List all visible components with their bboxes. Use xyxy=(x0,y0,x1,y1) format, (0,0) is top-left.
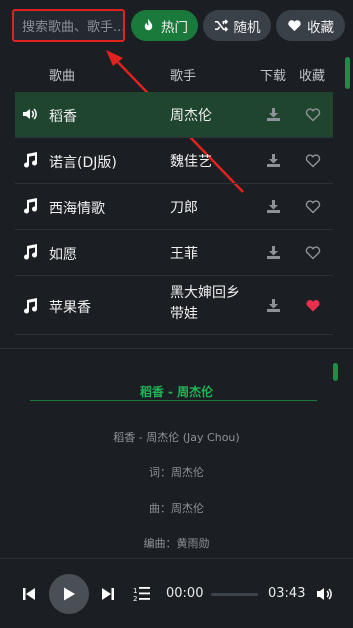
download-icon[interactable] xyxy=(266,199,281,214)
volume-icon[interactable] xyxy=(316,586,334,602)
list-scrollbar[interactable] xyxy=(345,57,350,89)
player-bar: 12 00:00 03:43 xyxy=(0,558,353,628)
lyrics-title: 稻香 - 周杰伦 xyxy=(139,385,214,399)
play-button[interactable] xyxy=(49,574,89,614)
header-song: 歌曲 xyxy=(49,69,76,84)
lyrics-scrollbar[interactable] xyxy=(333,363,338,381)
playlist-icon[interactable]: 12 xyxy=(133,585,151,602)
heart-outline-icon[interactable] xyxy=(305,107,321,122)
heart-outline-icon[interactable] xyxy=(305,199,321,214)
table-header: 歌曲 歌手 下载 收藏 xyxy=(15,56,333,90)
lyric-line: 词：周杰伦 xyxy=(149,466,204,479)
header-download: 下载 xyxy=(260,69,287,84)
prev-icon[interactable] xyxy=(22,587,36,601)
lyric-line: 稻香 - 周杰伦 (Jay Chou) xyxy=(113,431,240,444)
song-row[interactable]: 西海情歌 刀郎 xyxy=(15,184,333,230)
next-icon[interactable] xyxy=(101,587,115,601)
download-icon[interactable] xyxy=(266,245,281,260)
music-note-icon xyxy=(24,298,38,314)
song-artist: 魏佳艺 xyxy=(170,154,212,170)
lyrics-title-underline xyxy=(30,400,317,401)
current-time: 00:00 xyxy=(166,586,204,601)
music-note-icon xyxy=(24,244,38,260)
song-artist: 周杰伦 xyxy=(170,108,212,124)
song-artist: 刀郎 xyxy=(170,200,198,216)
song-row[interactable]: 稻香 周杰伦 xyxy=(15,92,333,138)
song-row[interactable]: 诺言(DJ版) 魏佳艺 xyxy=(15,138,333,184)
header-favorite: 收藏 xyxy=(299,69,326,84)
svg-text:2: 2 xyxy=(133,595,137,602)
song-artist: 黑大婶回乡带娃 xyxy=(170,285,240,322)
song-row[interactable]: 如愿 王菲 xyxy=(15,230,333,276)
heart-outline-icon[interactable] xyxy=(305,153,321,168)
song-artist: 王菲 xyxy=(170,246,198,262)
header-artist: 歌手 xyxy=(170,69,197,84)
music-note-icon xyxy=(24,152,38,168)
song-title: 西海情歌 xyxy=(49,201,105,217)
svg-text:1: 1 xyxy=(133,587,137,595)
song-title: 如愿 xyxy=(49,247,77,263)
music-note-icon xyxy=(24,198,38,214)
download-icon[interactable] xyxy=(266,153,281,168)
heart-filled-icon[interactable] xyxy=(305,298,321,313)
song-title: 诺言(DJ版) xyxy=(49,155,117,171)
heart-outline-icon[interactable] xyxy=(305,245,321,260)
lyric-line: 曲：周杰伦 xyxy=(149,502,204,515)
download-icon[interactable] xyxy=(266,107,281,122)
section-divider xyxy=(0,348,353,349)
speaker-icon xyxy=(23,108,37,120)
song-row[interactable]: 苹果香 黑大婶回乡带娃 xyxy=(15,277,333,335)
total-time: 03:43 xyxy=(268,586,306,601)
download-icon[interactable] xyxy=(266,298,281,313)
lyric-line: 编曲：黄雨勋 xyxy=(143,537,210,550)
song-title: 苹果香 xyxy=(49,300,91,316)
song-title: 稻香 xyxy=(49,109,77,125)
play-icon xyxy=(64,587,75,601)
progress-bar[interactable] xyxy=(211,593,258,596)
